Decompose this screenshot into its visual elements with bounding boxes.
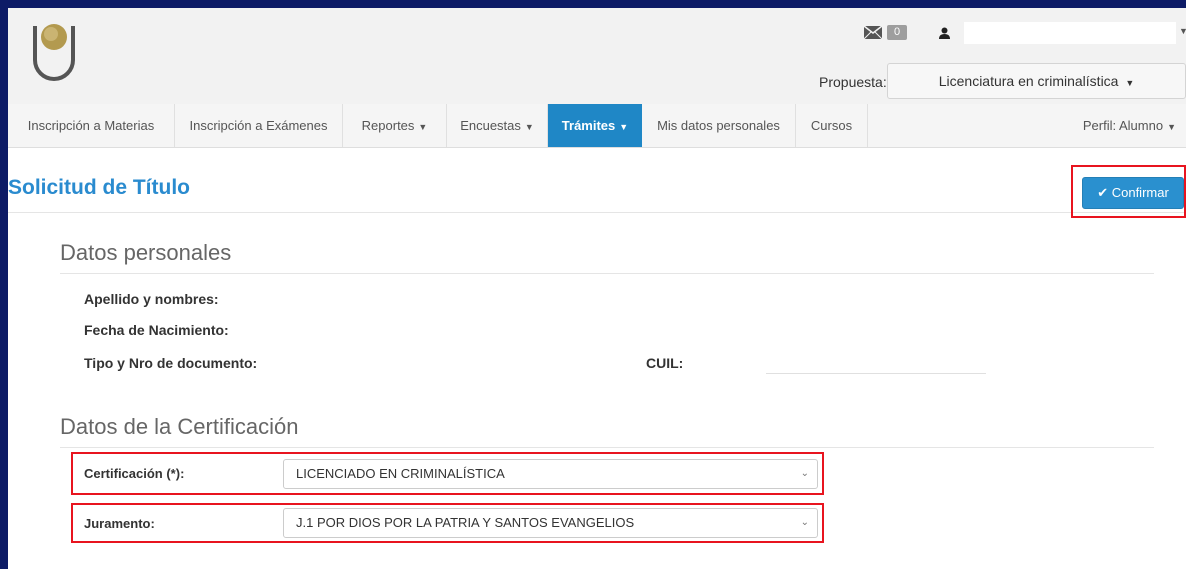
section-title-certification: Datos de la Certificación: [60, 414, 299, 439]
nav-inscripcion-materias[interactable]: Inscripción a Materias: [8, 104, 175, 147]
name-label: Apellido y nombres:: [84, 291, 219, 307]
page-title: Solicitud de Título: [8, 176, 190, 199]
nav-label: Trámites: [561, 118, 616, 133]
perfil-label: Perfil: Alumno: [1082, 118, 1164, 133]
cuil-value-line: [766, 373, 986, 374]
highlight-box: [71, 503, 824, 543]
divider: [60, 447, 1154, 448]
section-title-personal: Datos personales: [60, 240, 232, 265]
frame-top-border: [0, 0, 1186, 8]
divider: [60, 273, 1154, 274]
caret-down-icon: ▼: [524, 122, 534, 132]
propuesta-select[interactable]: Licenciatura en criminalística ▼: [887, 63, 1186, 99]
nav-label: Cursos: [810, 118, 853, 133]
cuil-label: CUIL:: [646, 355, 684, 371]
propuesta-value: Licenciatura en criminalística: [938, 73, 1119, 89]
nav-encuestas[interactable]: Encuestas ▼: [447, 104, 548, 147]
nav-label: Mis datos personales: [657, 118, 780, 133]
nav-label: Inscripción a Materias: [27, 118, 155, 133]
logo-icon[interactable]: [31, 22, 77, 84]
nav-perfil[interactable]: Perfil: Alumno ▼: [1083, 104, 1176, 147]
frame-left-border: [0, 0, 8, 569]
document-label: Tipo y Nro de documento:: [84, 355, 258, 371]
highlight-box: [1071, 165, 1186, 218]
nav-cursos[interactable]: Cursos: [796, 104, 868, 147]
nav-tramites[interactable]: Trámites ▼: [548, 104, 642, 147]
nav-label: Encuestas: [460, 118, 521, 133]
nav-label: Reportes: [361, 118, 415, 133]
nav-mis-datos-personales[interactable]: Mis datos personales: [642, 104, 796, 147]
highlight-box: [71, 452, 824, 495]
nav-inscripcion-examenes[interactable]: Inscripción a Exámenes: [175, 104, 343, 147]
caret-down-icon: ▼: [418, 122, 428, 132]
nav-label: Inscripción a Exámenes: [189, 118, 328, 133]
user-name-field[interactable]: [964, 22, 1176, 44]
mail-count-badge[interactable]: 0: [887, 25, 907, 40]
mail-icon[interactable]: [864, 26, 882, 39]
birth-date-label: Fecha de Nacimiento:: [84, 322, 229, 338]
divider: [8, 212, 1186, 213]
caret-down-icon: ▼: [1167, 122, 1176, 132]
user-icon: [939, 27, 950, 39]
caret-down-icon: ▼: [1125, 78, 1135, 88]
main-navbar: Inscripción a Materias Inscripción a Exá…: [8, 104, 1186, 148]
nav-reportes[interactable]: Reportes ▼: [343, 104, 447, 147]
propuesta-label: Propuesta:: [819, 74, 887, 90]
caret-down-icon: ▼: [619, 122, 629, 132]
caret-down-icon[interactable]: ▼: [1179, 26, 1186, 36]
header: 0 ▼ Propuesta: Licenciatura en criminalí…: [8, 8, 1186, 105]
